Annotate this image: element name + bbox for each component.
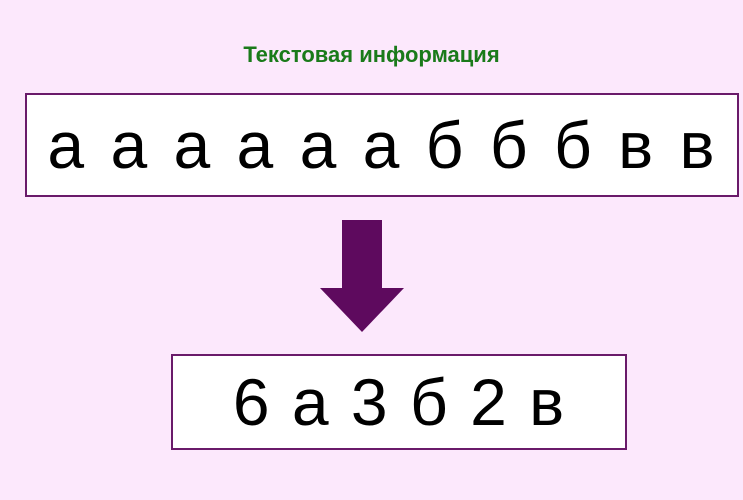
result-text-box: 6 а 3 б 2 в: [171, 354, 627, 450]
arrow-shape: [320, 220, 404, 332]
diagram-title: Текстовая информация: [243, 42, 500, 67]
source-text: а а а а а а б б б в в: [47, 108, 717, 182]
source-text-box: а а а а а а б б б в в: [25, 93, 739, 197]
result-text: 6 а 3 б 2 в: [232, 365, 566, 439]
arrow-down-icon: [320, 220, 404, 332]
